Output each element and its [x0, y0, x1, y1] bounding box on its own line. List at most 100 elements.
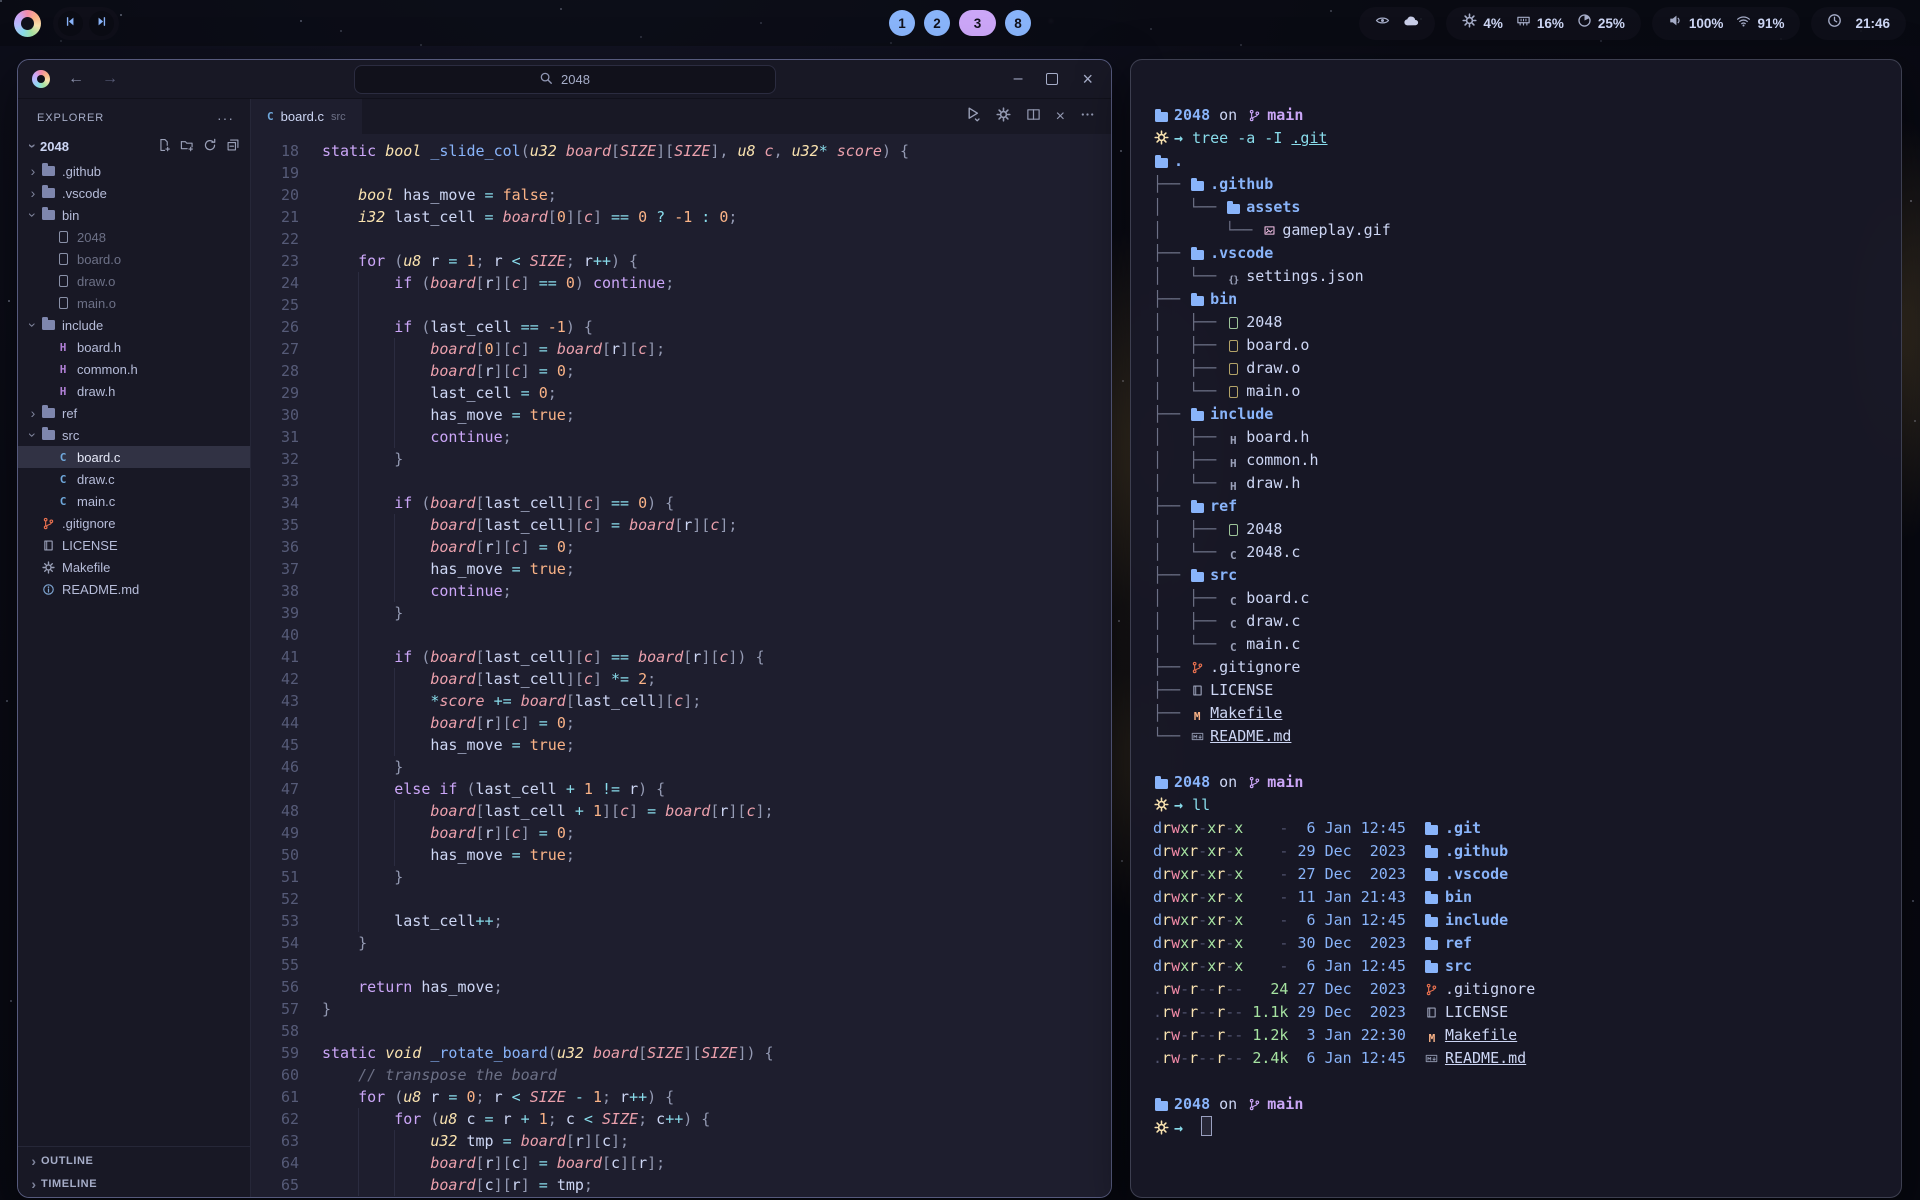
code-line: 22 — [251, 228, 1111, 250]
terminal-tree-line: ├── LICENSE — [1153, 679, 1881, 702]
line-number: 25 — [251, 294, 322, 316]
tabbar: C board.c src × — [251, 99, 1111, 134]
weather-module[interactable] — [1359, 7, 1435, 40]
outline-section[interactable]: ›OUTLINE — [18, 1149, 250, 1172]
file-label: board.h — [77, 340, 121, 355]
tools-icon — [40, 561, 56, 574]
clock-module[interactable]: 21:46 — [1811, 7, 1906, 40]
sidebar-item-.vscode[interactable]: ›.vscode — [18, 182, 250, 204]
chevron-right-icon: › — [26, 405, 40, 421]
sidebar-item-.gitignore[interactable]: .gitignore — [18, 512, 250, 534]
code-line: 28 board[r][c] = 0; — [251, 360, 1111, 382]
sidebar-item-main.c[interactable]: Cmain.c — [18, 490, 250, 512]
code-line: 48 board[last_cell + 1][c] = board[r][c]… — [251, 800, 1111, 822]
chevron-right-icon: › — [26, 163, 40, 179]
skip-back-icon — [64, 15, 77, 31]
sidebar-item-main.o[interactable]: main.o — [18, 292, 250, 314]
terminal-tree-line: │ ├── 2048 — [1153, 311, 1881, 334]
project-root-item[interactable]: › 2048 — [18, 134, 250, 158]
maximize-button[interactable] — [1046, 73, 1058, 85]
filebin-icon — [1225, 317, 1241, 329]
folder-icon — [1153, 112, 1169, 122]
c-icon: C — [55, 473, 71, 486]
sidebar-item-bin[interactable]: ›bin — [18, 204, 250, 226]
terminal-tree-line: │ ├── Hboard.h — [1153, 426, 1881, 449]
skip-forward-button[interactable] — [89, 11, 114, 36]
fileobj-icon — [1225, 340, 1241, 352]
search-icon — [539, 71, 553, 88]
sidebar-item-draw.h[interactable]: Hdraw.h — [18, 380, 250, 402]
git-icon — [40, 517, 56, 530]
sidebar-item-include[interactable]: ›include — [18, 314, 250, 336]
close-editor-button[interactable]: × — [1056, 109, 1065, 125]
book-icon — [1189, 684, 1205, 697]
explorer-more-button[interactable]: ··· — [217, 110, 234, 126]
chevron-down-icon: › — [25, 139, 41, 153]
folder-icon — [1424, 894, 1440, 904]
workspace-1[interactable]: 1 — [889, 10, 915, 36]
sidebar-item-.github[interactable]: ›.github — [18, 160, 250, 182]
folder-icon — [1424, 917, 1440, 927]
titlebar-search[interactable]: 2048 — [354, 65, 776, 94]
minimize-button[interactable]: – — [1014, 71, 1023, 87]
timeline-section[interactable]: ›TIMELINE — [18, 1172, 250, 1195]
tab-board-c[interactable]: C board.c src — [251, 99, 362, 134]
workspace-3[interactable]: 3 — [959, 10, 996, 36]
wifi-icon — [1736, 13, 1751, 33]
launcher-button[interactable] — [14, 10, 41, 37]
sidebar-item-common.h[interactable]: Hcommon.h — [18, 358, 250, 380]
sidebar-item-board.o[interactable]: board.o — [18, 248, 250, 270]
sidebar-item-ref[interactable]: ›ref — [18, 402, 250, 424]
chevron-right-icon: › — [27, 1153, 41, 1169]
cpu-stat: 4% — [1462, 13, 1503, 33]
terminal[interactable]: 2048 on main→ tree -a -I .git.├── .githu… — [1131, 60, 1901, 1197]
folder-icon — [1225, 204, 1241, 214]
audio-network-module[interactable]: 100% 91% — [1652, 7, 1801, 40]
tab-directory: src — [331, 111, 346, 123]
code-editor[interactable]: 18static bool _slide_col(u32 board[SIZE]… — [251, 134, 1111, 1197]
refresh-explorer-button[interactable] — [203, 138, 217, 155]
workspace-8[interactable]: 8 — [1005, 10, 1031, 36]
cgray-icon: C — [1225, 618, 1241, 631]
timeline-label: TIMELINE — [41, 1178, 97, 1190]
new-file-button[interactable] — [157, 138, 171, 155]
code-line: 43 *score += board[last_cell][c]; — [251, 690, 1111, 712]
sidebar-item-board.c[interactable]: Cboard.c — [18, 446, 250, 468]
collapse-folders-button[interactable] — [226, 138, 240, 155]
code-line: 53 last_cell++; — [251, 910, 1111, 932]
code-line: 35 board[last_cell][c] = board[r][c]; — [251, 514, 1111, 536]
workspace-2[interactable]: 2 — [924, 10, 950, 36]
topbar: 1238 4% 16% 25% 100% 91% 21:46 — [0, 0, 1920, 46]
hgray-icon: H — [1225, 480, 1241, 493]
image-icon — [1261, 224, 1277, 237]
skip-back-button[interactable] — [58, 11, 83, 36]
sidebar-item-2048[interactable]: 2048 — [18, 226, 250, 248]
memory-stat: 16% — [1516, 13, 1564, 33]
run-button[interactable] — [965, 106, 981, 127]
sidebar-item-draw.c[interactable]: Cdraw.c — [18, 468, 250, 490]
close-button[interactable]: × — [1082, 70, 1093, 88]
volume-icon — [1668, 13, 1683, 33]
system-stats-module[interactable]: 4% 16% 25% — [1446, 7, 1641, 40]
sidebar-item-board.h[interactable]: Hboard.h — [18, 336, 250, 358]
line-number: 45 — [251, 734, 322, 756]
split-editor-button[interactable] — [1026, 107, 1041, 127]
more-actions-button[interactable] — [1080, 107, 1095, 127]
volume-stat: 100% — [1668, 13, 1724, 33]
nav-back-button[interactable]: ← — [68, 70, 84, 88]
line-number: 49 — [251, 822, 322, 844]
nav-forward-button[interactable]: → — [102, 70, 118, 88]
sfolder-icon — [40, 210, 56, 220]
sidebar-item-Makefile[interactable]: Makefile — [18, 556, 250, 578]
h-icon: H — [55, 363, 71, 376]
new-folder-button[interactable] — [180, 138, 194, 155]
sidebar-item-LICENSE[interactable]: LICENSE — [18, 534, 250, 556]
eye-icon — [1375, 13, 1390, 33]
line-number: 24 — [251, 272, 322, 294]
settings-gear-icon[interactable] — [996, 107, 1011, 127]
code-line: 41 if (board[last_cell][c] == board[r][c… — [251, 646, 1111, 668]
chevron-down-icon: › — [25, 208, 41, 222]
sidebar-item-README.md[interactable]: README.md — [18, 578, 250, 600]
sidebar-item-src[interactable]: ›src — [18, 424, 250, 446]
sidebar-item-draw.o[interactable]: draw.o — [18, 270, 250, 292]
